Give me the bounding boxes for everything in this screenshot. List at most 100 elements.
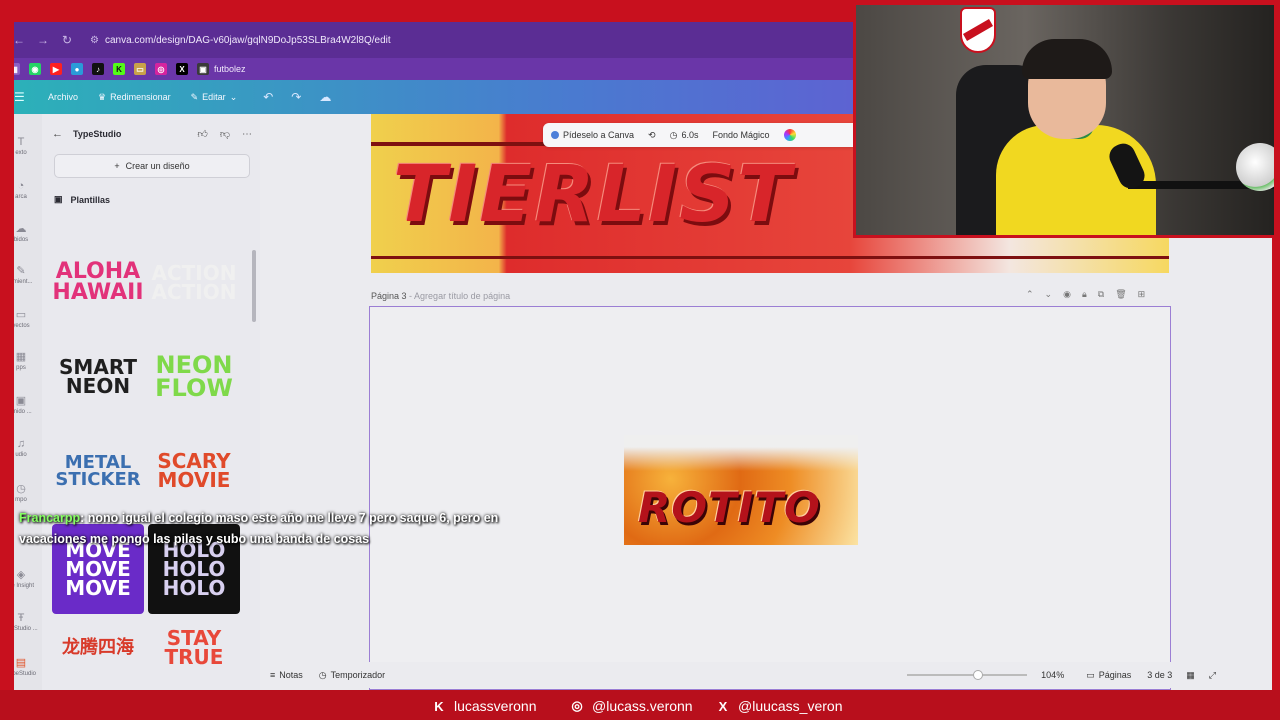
lock-icon[interactable]: 🔒︎: [1082, 289, 1087, 300]
club-crest-icon: [960, 7, 996, 53]
panel-title: TypeStudio: [73, 129, 122, 139]
template-text: STAY TRUE: [164, 626, 224, 669]
forward-icon[interactable]: →: [34, 31, 52, 49]
template-text: SMART NEON: [59, 355, 137, 398]
animate-icon[interactable]: ⟲: [648, 130, 656, 141]
ask-canva-button[interactable]: Pídeselo a Canva: [551, 130, 634, 140]
chat-username: Francarpp: [19, 511, 81, 525]
instagram-icon[interactable]: ◎: [155, 63, 167, 75]
move-down-icon[interactable]: ⌄: [1045, 289, 1053, 300]
youtube-icon[interactable]: ▶: [50, 63, 62, 75]
banner-stripe: [371, 256, 1169, 259]
rail-label: bidos: [13, 237, 29, 243]
archivo-button[interactable]: Archivo: [48, 92, 78, 102]
template-tile[interactable]: METAL STICKER: [52, 426, 144, 516]
x-icon: X: [718, 698, 728, 714]
timer-label: Temporizador: [330, 670, 386, 680]
tierlist-title: TIERLIST: [393, 150, 793, 240]
page-toolbar: Pídeselo a Canva ⟲ ◷ 6.0s Fondo Mágico: [543, 123, 873, 147]
redo-icon[interactable]: ↷: [291, 90, 301, 104]
social-x: X @luucass_veron: [714, 694, 843, 718]
pages-icon: ▭: [1086, 669, 1095, 680]
rotito-text: ROTITO: [638, 483, 821, 532]
like-icon[interactable]: 👍︎: [197, 128, 207, 140]
notes-icon: ≡: [270, 670, 276, 680]
url-text[interactable]: canva.com/design/DAG-v60jaw/gqlN9DoJp53S…: [105, 35, 391, 46]
kick-icon[interactable]: K: [113, 63, 125, 75]
ask-canva-label: Pídeselo a Canva: [563, 130, 635, 140]
add-page-icon[interactable]: ⊞: [1138, 289, 1146, 300]
zoom-slider[interactable]: [907, 670, 1028, 680]
color-wheel-icon: [783, 129, 796, 141]
template-tile[interactable]: SCARY MOVIE: [148, 426, 240, 516]
magic-background-button[interactable]: Fondo Mágico: [712, 130, 769, 140]
template-text: NEON FLOW: [155, 351, 233, 402]
templates-icon: ▣: [54, 194, 63, 204]
move-up-icon[interactable]: ⌃: [1026, 289, 1034, 300]
cloud-sync-icon[interactable]: ☁: [319, 90, 331, 104]
reload-icon[interactable]: ↻: [58, 31, 76, 49]
notes-button[interactable]: ≡ Notas: [270, 670, 303, 680]
create-design-button[interactable]: + Crear un diseño: [54, 154, 250, 178]
rotito-graphic[interactable]: ROTITO: [624, 435, 858, 545]
pencil-icon: ✎: [190, 91, 199, 102]
grid-view-icon[interactable]: ▦: [1186, 670, 1195, 681]
duration-label: 6.0s: [681, 130, 699, 140]
stream-frame-left: [0, 0, 14, 720]
magic-background-label: Fondo Mágico: [712, 130, 770, 140]
template-tile[interactable]: ACTION ACTION: [148, 238, 240, 328]
redimensionar-label: Redimensionar: [110, 92, 171, 102]
folder-icon[interactable]: ▭: [134, 63, 146, 75]
templates-heading: ▣ Plantillas: [54, 194, 110, 205]
instagram-handle: @lucass.veronn: [592, 698, 693, 714]
stopwatch-icon: ◷: [318, 669, 327, 680]
chevron-down-icon: ⌄: [229, 91, 238, 102]
pages-label: Páginas: [1098, 670, 1132, 680]
template-tile[interactable]: ALOHA HAWAII: [52, 238, 144, 328]
timer-button[interactable]: ◷ Temporizador: [319, 670, 385, 681]
hide-icon[interactable]: ◉: [1063, 289, 1071, 300]
more-icon[interactable]: ⋯: [242, 129, 252, 140]
editor-bottom-bar: ≡ Notas ◷ Temporizador 104% ▭ Páginas 3 de …: [260, 662, 1272, 688]
color-picker-button[interactable]: [783, 129, 796, 141]
x-icon[interactable]: X: [176, 63, 188, 75]
menu-icon[interactable]: ☰: [14, 90, 28, 104]
rail-label: mpo: [15, 497, 27, 503]
webcam-overlay: [853, 2, 1277, 238]
site-info-icon[interactable]: ⚙: [90, 35, 99, 46]
kick-handle: lucassveronn: [454, 698, 537, 714]
panel-scrollbar[interactable]: [252, 250, 256, 322]
delete-icon[interactable]: 🗑︎: [1115, 289, 1126, 300]
duration-button[interactable]: ◷ 6.0s: [670, 130, 699, 141]
template-text: METAL STICKER: [55, 451, 141, 490]
page-title-placeholder: - Agregar título de página: [409, 291, 511, 301]
social-kick: K lucassveronn: [430, 694, 537, 718]
rail-label: pps: [16, 365, 26, 371]
duplicate-icon[interactable]: ⧉: [1098, 289, 1104, 300]
bookmark-icon[interactable]: ●: [71, 63, 83, 75]
back-arrow-icon[interactable]: ←: [52, 128, 63, 140]
fullscreen-icon[interactable]: ⤢: [1209, 670, 1216, 681]
page-3-canvas[interactable]: ROTITO: [369, 306, 1171, 690]
zoom-slider-thumb[interactable]: [973, 670, 984, 680]
zoom-value[interactable]: 104%: [1041, 670, 1064, 680]
template-tile[interactable]: SMART NEON: [52, 332, 144, 422]
editar-label: Editar: [202, 92, 226, 102]
template-tile[interactable]: 龙腾四海: [52, 620, 144, 676]
tiktok-icon[interactable]: ♪: [92, 63, 104, 75]
page-3-label[interactable]: Página 3 - Agregar título de página: [371, 291, 510, 301]
bookmark-futbolez[interactable]: futbolez: [214, 64, 246, 74]
template-tile[interactable]: STAY TRUE: [148, 620, 240, 676]
futbolez-icon[interactable]: ▣: [197, 63, 209, 75]
undo-icon[interactable]: ↶: [263, 90, 273, 104]
template-tile[interactable]: NEON FLOW: [148, 332, 240, 422]
redimensionar-button[interactable]: ♛ Redimensionar: [98, 92, 171, 103]
whatsapp-icon[interactable]: ◉: [29, 63, 41, 75]
notes-label: Notas: [279, 670, 303, 680]
templates-label: Plantillas: [70, 194, 111, 205]
pages-button[interactable]: ▭ Páginas: [1086, 670, 1131, 681]
dislike-icon[interactable]: 👎︎: [220, 128, 230, 140]
chat-text: : nono igual el colegio maso este año me…: [19, 511, 499, 546]
editar-button[interactable]: ✎ Editar ⌄: [191, 92, 238, 103]
template-text: SCARY MOVIE: [157, 449, 231, 492]
